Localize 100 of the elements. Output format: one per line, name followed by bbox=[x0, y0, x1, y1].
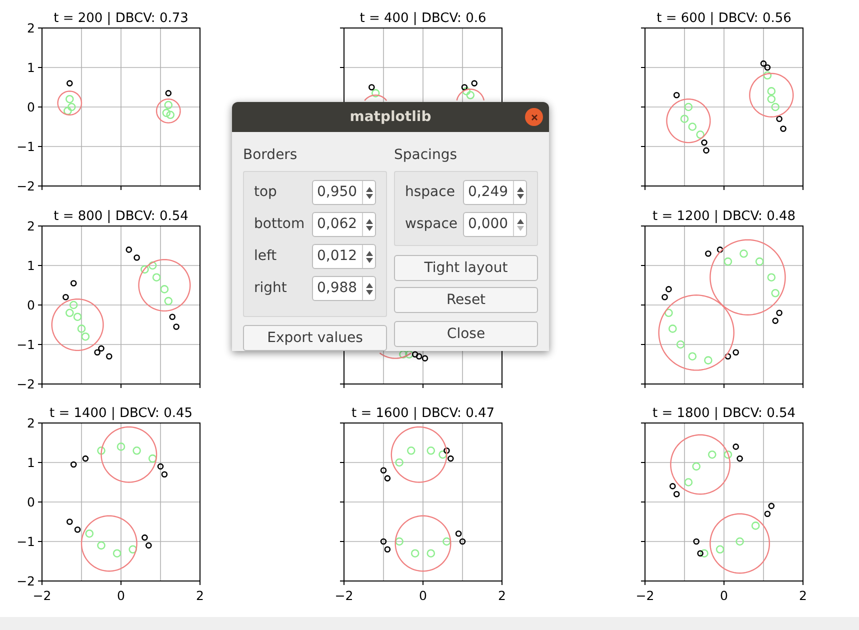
chart-title: t = 400 | DBCV: 0.6 bbox=[360, 11, 486, 26]
spin-down-icon[interactable] bbox=[366, 226, 372, 230]
tick-label: 0 bbox=[419, 588, 427, 603]
spin-up-icon[interactable] bbox=[516, 186, 524, 192]
noise-point bbox=[461, 84, 468, 90]
cluster-point bbox=[426, 446, 436, 455]
chart-title: t = 1400 | DBCV: 0.45 bbox=[49, 406, 193, 421]
cluster-point bbox=[767, 94, 776, 104]
spin-up-icon[interactable] bbox=[366, 186, 372, 192]
noise-point bbox=[673, 92, 680, 98]
tick-label: 2 bbox=[196, 588, 204, 603]
chart-title: t = 800 | DBCV: 0.54 bbox=[54, 209, 188, 224]
tick-label: −2 bbox=[16, 178, 35, 194]
cluster-point bbox=[688, 352, 697, 360]
noise-point bbox=[74, 526, 81, 533]
noise-point bbox=[736, 455, 743, 462]
cluster-point bbox=[64, 106, 72, 116]
close-dialog-button[interactable]: Close bbox=[394, 321, 538, 347]
cluster-point bbox=[405, 350, 414, 359]
spin-field[interactable]: 0,000 bbox=[463, 212, 527, 237]
spin-field[interactable]: 0,249 bbox=[463, 180, 527, 205]
cluster-point bbox=[684, 102, 693, 112]
cluster-point bbox=[716, 545, 724, 554]
cluster-point bbox=[751, 522, 760, 530]
noise-point bbox=[697, 550, 704, 556]
cluster-point bbox=[684, 478, 693, 486]
cluster-point bbox=[371, 89, 380, 98]
spin-field[interactable]: 0,012 bbox=[312, 244, 376, 269]
cluster-point bbox=[81, 332, 90, 341]
cluster-point bbox=[66, 94, 74, 104]
cluster-point bbox=[148, 261, 157, 270]
chart-title: t = 600 | DBCV: 0.56 bbox=[656, 11, 792, 26]
tick-label: 1 bbox=[27, 455, 35, 470]
cluster-point bbox=[438, 450, 447, 459]
tick-label: 2 bbox=[799, 588, 807, 603]
tick-label: 2 bbox=[27, 416, 35, 430]
spin-down-icon[interactable] bbox=[366, 290, 372, 294]
cluster-point bbox=[77, 324, 86, 333]
group-label: Borders bbox=[243, 146, 298, 165]
tick-label: 2 bbox=[27, 20, 35, 36]
spin-down-icon[interactable] bbox=[366, 258, 372, 262]
cluster-point bbox=[462, 87, 471, 96]
spin-up-icon[interactable] bbox=[366, 250, 372, 256]
noise-point bbox=[732, 444, 739, 450]
cluster-point bbox=[692, 462, 700, 471]
tick-label: −1 bbox=[16, 139, 35, 154]
spin-up-icon[interactable] bbox=[366, 218, 372, 224]
spin-up-icon[interactable] bbox=[516, 218, 524, 224]
cluster-point bbox=[128, 545, 137, 554]
export-values-button[interactable]: Export values bbox=[243, 325, 387, 351]
spin-field[interactable]: 0,950 bbox=[312, 180, 376, 205]
cluster-point bbox=[767, 273, 776, 282]
cluster-point bbox=[426, 549, 436, 558]
spin-field[interactable]: 0,988 bbox=[312, 276, 376, 301]
chart-title: t = 1200 | DBCV: 0.48 bbox=[652, 209, 796, 224]
cluster-point bbox=[680, 114, 689, 123]
chart-title: t = 1800 | DBCV: 0.54 bbox=[652, 406, 796, 421]
cluster-point bbox=[724, 257, 732, 266]
field-label: bottom bbox=[254, 215, 306, 234]
cluster-point bbox=[164, 296, 173, 306]
cluster-point bbox=[162, 108, 171, 118]
cluster-point bbox=[708, 450, 716, 459]
noise-point bbox=[776, 116, 782, 122]
window-title: matplotlib bbox=[350, 108, 432, 126]
cluster-point bbox=[395, 537, 404, 546]
noise-point bbox=[173, 324, 180, 330]
cluster-point bbox=[85, 529, 94, 538]
cluster-point bbox=[148, 454, 157, 463]
cluster-point bbox=[140, 265, 149, 274]
cluster-point bbox=[166, 110, 175, 120]
cluster-point bbox=[407, 446, 416, 455]
cluster-point bbox=[700, 549, 708, 558]
close-button[interactable] bbox=[525, 108, 543, 126]
noise-point bbox=[471, 80, 478, 86]
cluster-point bbox=[399, 350, 408, 359]
cluster-point bbox=[132, 446, 141, 455]
tick-label: 1 bbox=[27, 60, 35, 75]
tick-label: −1 bbox=[16, 337, 35, 352]
spin-up-icon[interactable] bbox=[366, 282, 372, 288]
dialog-button[interactable]: Tight layout bbox=[394, 255, 538, 281]
tick-label: 2 bbox=[27, 218, 35, 234]
tick-label: 0 bbox=[720, 588, 728, 603]
cluster-point bbox=[97, 541, 106, 550]
cluster-point bbox=[676, 340, 685, 349]
tick-label: 0 bbox=[27, 298, 35, 312]
noise-point bbox=[716, 246, 724, 253]
cluster-point bbox=[152, 273, 161, 282]
noise-point bbox=[66, 518, 73, 525]
cluster-point bbox=[112, 549, 122, 558]
spin-down-icon[interactable] bbox=[366, 194, 372, 198]
noise-point bbox=[368, 84, 375, 90]
cluster-point bbox=[664, 308, 673, 318]
spin-down-icon[interactable] bbox=[516, 194, 524, 198]
dialog-button[interactable]: Reset bbox=[394, 287, 538, 313]
cluster-point bbox=[771, 289, 780, 298]
tick-label: −1 bbox=[16, 534, 35, 549]
noise-point bbox=[169, 314, 176, 320]
close-icon bbox=[530, 114, 538, 120]
tick-label: −2 bbox=[16, 376, 35, 392]
spin-field[interactable]: 0,062 bbox=[312, 212, 376, 237]
